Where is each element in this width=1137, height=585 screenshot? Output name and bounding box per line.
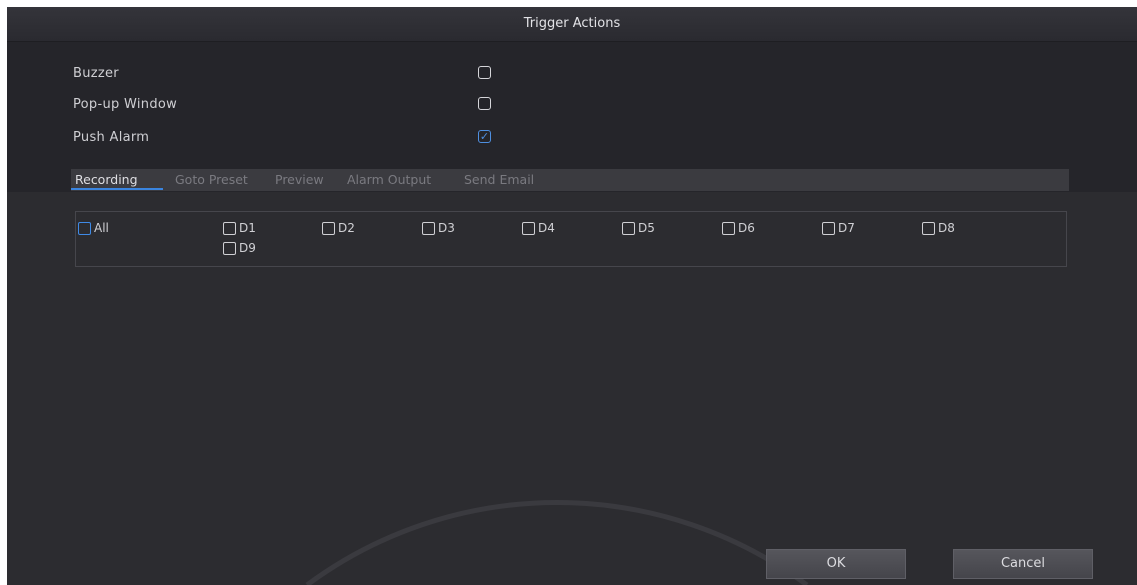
channel-d5-checkbox[interactable] <box>622 222 635 235</box>
buzzer-checkbox[interactable] <box>478 66 491 79</box>
option-row-buzzer: Buzzer <box>7 63 1137 85</box>
channel-all-checkbox[interactable] <box>78 222 91 235</box>
channel-d3-checkbox[interactable] <box>422 222 435 235</box>
channel-d1-checkbox[interactable] <box>223 222 236 235</box>
channel-d4-checkbox[interactable] <box>522 222 535 235</box>
channel-d6-label: D6 <box>738 221 755 235</box>
option-row-popup-window: Pop-up Window <box>7 94 1137 116</box>
tab-preview[interactable]: Preview <box>275 172 324 187</box>
tab-alarm-output[interactable]: Alarm Output <box>347 172 431 187</box>
channel-d1-label: D1 <box>239 221 256 235</box>
popup-window-label: Pop-up Window <box>73 97 178 112</box>
channel-d5-label: D5 <box>638 221 655 235</box>
channel-d2-label: D2 <box>338 221 355 235</box>
push-alarm-label: Push Alarm <box>73 130 150 145</box>
channel-d7-label: D7 <box>838 221 855 235</box>
channel-d8-label: D8 <box>938 221 955 235</box>
channel-d2-checkbox[interactable] <box>322 222 335 235</box>
recording-channel-panel: All D1 D2 D3 D4 D5 D6 D7 D8 D9 <box>75 211 1067 267</box>
channel-d9-checkbox[interactable] <box>223 242 236 255</box>
push-alarm-checkbox[interactable]: ✓ <box>478 130 491 143</box>
dialog-title: Trigger Actions <box>523 16 621 31</box>
channel-d8-checkbox[interactable] <box>922 222 935 235</box>
trigger-actions-dialog: Trigger Actions Buzzer Pop-up Window Pus… <box>7 7 1137 585</box>
option-row-push-alarm: Push Alarm ✓ <box>7 127 1137 149</box>
action-tabs: Recording Goto Preset Preview Alarm Outp… <box>71 169 1069 191</box>
tab-send-email[interactable]: Send Email <box>464 172 534 187</box>
active-tab-indicator <box>71 188 163 190</box>
title-bar: Trigger Actions <box>7 7 1137 42</box>
ok-button[interactable]: OK <box>766 549 906 579</box>
channel-d9-label: D9 <box>239 241 256 255</box>
cancel-button[interactable]: Cancel <box>953 549 1093 579</box>
channel-d7-checkbox[interactable] <box>822 222 835 235</box>
tab-recording[interactable]: Recording <box>75 172 138 187</box>
channel-d6-checkbox[interactable] <box>722 222 735 235</box>
channel-d3-label: D3 <box>438 221 455 235</box>
channel-all-label: All <box>94 221 109 235</box>
channel-d4-label: D4 <box>538 221 555 235</box>
checkmark-icon: ✓ <box>479 130 490 143</box>
buzzer-label: Buzzer <box>73 66 119 81</box>
tab-goto-preset[interactable]: Goto Preset <box>175 172 248 187</box>
popup-window-checkbox[interactable] <box>478 97 491 110</box>
